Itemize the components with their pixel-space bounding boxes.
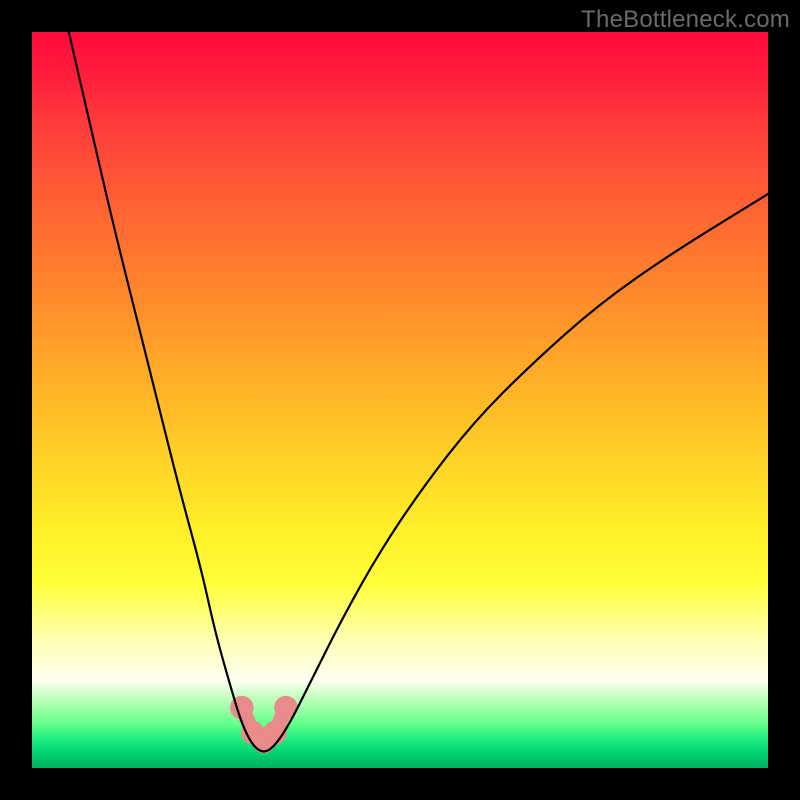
curve-layer <box>32 32 768 768</box>
chart-frame: TheBottleneck.com <box>0 0 800 800</box>
plot-area <box>32 32 768 768</box>
watermark-text: TheBottleneck.com <box>581 6 790 34</box>
bottleneck-curve <box>69 32 768 751</box>
